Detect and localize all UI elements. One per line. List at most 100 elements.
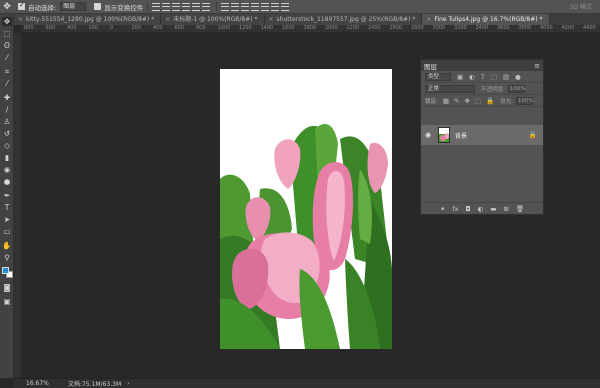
type-filter-icon[interactable]: T: [481, 73, 485, 81]
move-tool-preset-icon[interactable]: ✥: [0, 0, 14, 13]
visibility-eye-icon[interactable]: ◉: [421, 131, 435, 139]
distribute-right-icon[interactable]: [271, 2, 280, 11]
tab-label: shutterstock_11897557.jpg @ 25%(RGB/8#) …: [276, 16, 416, 23]
distribute-hcenter-icon[interactable]: [261, 2, 270, 11]
eraser-icon[interactable]: ◇: [2, 141, 12, 150]
path-select-icon[interactable]: ➤: [2, 215, 12, 224]
magic-wand-icon[interactable]: ⁄: [2, 53, 12, 62]
shape-filter-icon[interactable]: ⬚: [491, 73, 497, 81]
zoom-icon[interactable]: ⚲: [2, 253, 12, 262]
filter-toggle-icon[interactable]: ●: [515, 73, 521, 81]
ruler-tick-label: 600: [45, 25, 56, 31]
rectangle-icon[interactable]: ▭: [2, 227, 12, 236]
lasso-icon[interactable]: ʘ: [2, 41, 12, 50]
marquee-icon[interactable]: ⬚: [2, 29, 12, 38]
adjustment-layer-icon[interactable]: ◐: [478, 205, 484, 213]
status-menu-arrow-icon[interactable]: ›: [127, 380, 129, 387]
document-canvas[interactable]: [220, 69, 392, 349]
foreground-color-swatch[interactable]: [2, 267, 9, 274]
screen-mode-icon[interactable]: ▣: [2, 297, 12, 306]
move-icon[interactable]: ✥: [2, 17, 12, 26]
distribute-bottom-icon[interactable]: [241, 2, 250, 11]
link-layers-icon[interactable]: ⚭: [440, 205, 445, 213]
lock-all-icon[interactable]: 🔒: [486, 97, 494, 105]
hand-icon[interactable]: ✋: [2, 241, 12, 250]
opacity-field[interactable]: 100%: [507, 84, 526, 93]
close-tab-icon[interactable]: ×: [18, 14, 23, 25]
tab-label: kitty-551554_1280.jpg @ 100%(RGB/8#) *: [26, 16, 155, 23]
auto-select-checkbox[interactable]: [18, 1, 25, 10]
align-left-icon[interactable]: [182, 2, 191, 11]
distribute-vcenter-icon[interactable]: [231, 2, 240, 11]
layer-name[interactable]: 背景: [455, 131, 467, 140]
lock-icons: ▦ ✎ ✥ ⬚ 🔒: [443, 97, 494, 105]
align-bottom-icon[interactable]: [172, 2, 181, 11]
document-tab[interactable]: × 未标题-1 @ 100%(RGB/8#) *: [161, 14, 265, 25]
align-hcenter-icon[interactable]: [192, 2, 201, 11]
lock-artboard-icon[interactable]: ⬚: [475, 97, 481, 105]
new-layer-icon[interactable]: ⊞: [503, 205, 508, 213]
ruler-tick-label: 0: [110, 25, 114, 31]
show-transform-label: 显示变换控件: [104, 3, 144, 12]
close-tab-icon[interactable]: ×: [426, 14, 431, 25]
layer-thumbnail: [438, 127, 450, 143]
close-tab-icon[interactable]: ×: [269, 14, 274, 25]
smart-object-filter-icon[interactable]: ▤: [503, 73, 509, 81]
panel-menu-icon[interactable]: ≡: [534, 62, 540, 70]
pixel-filter-icon[interactable]: ▣: [457, 73, 463, 81]
document-tab[interactable]: × kitty-551554_1280.jpg @ 100%(RGB/8#) *: [14, 14, 162, 25]
healing-brush-icon[interactable]: ✚: [2, 93, 12, 102]
close-tab-icon[interactable]: ×: [165, 14, 170, 25]
show-transform-checkbox[interactable]: [94, 3, 102, 10]
ruler-tick-label: 400: [67, 25, 77, 31]
ruler-tick-label: 3400: [475, 25, 489, 31]
new-group-icon[interactable]: ▬: [490, 205, 496, 213]
layers-panel-header: 图层 ≡: [421, 60, 543, 71]
crop-icon[interactable]: ⌗: [2, 67, 12, 76]
type-icon[interactable]: T: [2, 203, 12, 212]
tulips-image: [220, 69, 392, 349]
ruler-tick-label: 1800: [303, 25, 317, 31]
ruler-tick-label: 600: [174, 25, 185, 31]
align-top-icon[interactable]: [152, 2, 161, 11]
align-right-icon[interactable]: [202, 2, 211, 11]
color-swatches[interactable]: [2, 267, 13, 278]
blend-mode-dropdown[interactable]: 正常: [425, 84, 475, 93]
delete-layer-icon[interactable]: 🗑: [516, 205, 524, 213]
gradient-icon[interactable]: ▮: [2, 153, 12, 162]
brush-icon[interactable]: ∕: [2, 105, 12, 114]
layers-panel-title[interactable]: 图层: [424, 61, 437, 71]
adjustment-filter-icon[interactable]: ◐: [469, 73, 475, 81]
pen-icon[interactable]: ✒: [2, 191, 12, 200]
eyedropper-icon[interactable]: ⁄: [2, 79, 12, 88]
fill-field[interactable]: 100%: [516, 96, 534, 105]
history-brush-icon[interactable]: ↺: [2, 129, 12, 138]
layer-row-background[interactable]: ◉ 背景 🔒: [421, 125, 543, 145]
ruler-tick-label: 200: [88, 25, 99, 31]
zoom-level[interactable]: 16.67%: [14, 380, 50, 387]
ruler-tick-label: 400: [153, 25, 163, 31]
dodge-icon[interactable]: ●: [2, 177, 12, 186]
blur-icon[interactable]: ◉: [2, 165, 12, 174]
tools-panel: ✥ ⬚ ʘ ⁄ ⌗ ⁄ ✚ ∕ ♙ ↺ ◇ ▮ ◉ ● ✒ T ➤ ▭ ✋ ⚲ …: [0, 14, 14, 378]
lock-image-icon[interactable]: ✎: [454, 97, 459, 105]
auto-select-dropdown[interactable]: 图层: [60, 2, 87, 11]
distribute-left-icon[interactable]: [251, 2, 260, 11]
document-tab[interactable]: × Fine Tulips4.jpg @ 16.7%(RGB/8#) *: [422, 14, 550, 25]
layer-style-icon[interactable]: fx: [452, 205, 458, 213]
distribute-top-icon[interactable]: [221, 2, 230, 11]
align-vcenter-icon[interactable]: [162, 2, 171, 11]
ruler-tick-label: 2600: [389, 25, 403, 31]
blend-row: 正常 不透明度: 100%: [421, 83, 543, 95]
document-tab[interactable]: × shutterstock_11897557.jpg @ 25%(RGB/8#)…: [264, 14, 423, 25]
lock-transparent-icon[interactable]: ▦: [443, 97, 449, 105]
add-mask-icon[interactable]: ◘: [465, 205, 470, 213]
quick-mask-icon[interactable]: ◙: [2, 283, 12, 292]
ruler-tick-label: 200: [131, 25, 142, 31]
layers-panel-footer: ⚭ fx ◘ ◐ ▬ ⊞ 🗑: [421, 202, 543, 214]
ruler-tick-label: 3200: [454, 25, 467, 31]
lock-position-icon[interactable]: ✥: [464, 97, 469, 105]
filter-kind-dropdown[interactable]: 类型: [425, 72, 451, 81]
clone-stamp-icon[interactable]: ♙: [2, 117, 12, 126]
auto-align-icon[interactable]: [281, 2, 290, 11]
